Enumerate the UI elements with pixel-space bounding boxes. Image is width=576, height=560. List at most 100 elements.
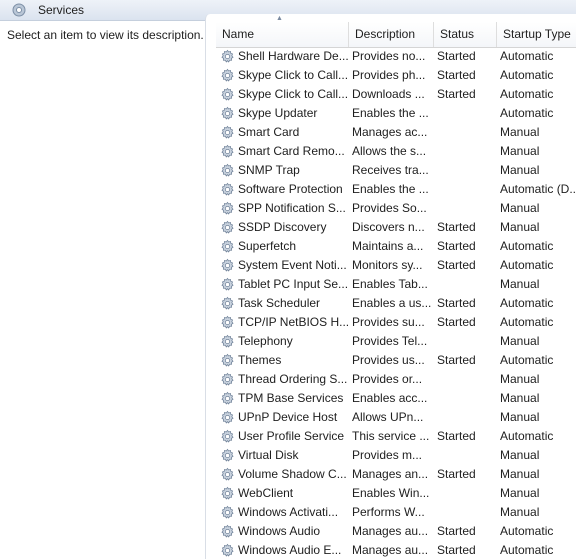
service-name-cell: Windows Audio E... <box>220 541 349 560</box>
service-gear-icon <box>220 87 235 102</box>
table-row[interactable]: Telephony Provides Tel... Manual <box>216 332 576 351</box>
service-gear-icon <box>220 106 235 121</box>
table-row[interactable]: SSDP Discovery Discovers n... Started Manua… <box>216 218 576 237</box>
service-description: Monitors sy... <box>352 258 423 272</box>
column-header-description[interactable]: Description <box>349 22 434 47</box>
column-header-row: ▲ Name Description Status Startup Type <box>216 15 576 48</box>
service-status <box>437 332 495 351</box>
service-description: Allows UPn... <box>352 410 424 424</box>
table-row[interactable]: TPM Base Services Enables acc... Manual <box>216 389 576 408</box>
service-status: Started <box>437 353 476 367</box>
table-row[interactable]: Superfetch Maintains a... Started Automatic <box>216 237 576 256</box>
table-row[interactable]: System Event Noti... Monitors sy... Starte… <box>216 256 576 275</box>
service-name: Software Protection <box>238 182 343 196</box>
service-name-cell: Software Protection <box>220 180 349 199</box>
service-startup-type: Automatic <box>500 315 554 329</box>
service-gear-icon <box>220 353 235 368</box>
table-row[interactable]: Smart Card Manages ac... Manual <box>216 123 576 142</box>
services-list[interactable]: ▲ Name Description Status Startup Type S… <box>205 14 576 559</box>
service-status: Started <box>437 429 476 443</box>
service-name-cell: TPM Base Services <box>220 389 349 408</box>
table-row[interactable]: SPP Notification S... Provides So... Manua… <box>216 199 576 218</box>
table-row[interactable]: Windows Audio Manages au... Started Automat… <box>216 522 576 541</box>
service-name: SSDP Discovery <box>238 220 327 234</box>
service-gear-icon <box>220 391 235 406</box>
service-startup-type: Automatic <box>500 106 554 120</box>
table-row[interactable]: SNMP Trap Receives tra... Manual <box>216 161 576 180</box>
table-row[interactable]: Shell Hardware De... Provides no... Starte… <box>216 47 576 66</box>
service-name-cell: SSDP Discovery <box>220 218 349 237</box>
service-description: Discovers n... <box>352 220 425 234</box>
service-name-cell: Skype Click to Call... <box>220 85 349 104</box>
service-description: Enables the ... <box>352 106 429 120</box>
service-name: TCP/IP NetBIOS H... <box>238 315 348 329</box>
table-row[interactable]: WebClient Enables Win... Manual <box>216 484 576 503</box>
service-description: Provides So... <box>352 201 427 215</box>
service-gear-icon <box>220 410 235 425</box>
service-status: Started <box>437 68 476 82</box>
service-startup-type: Automatic <box>500 543 554 557</box>
service-gear-icon <box>220 296 235 311</box>
table-row[interactable]: User Profile Service This service ... Star… <box>216 427 576 446</box>
table-row[interactable]: Themes Provides us... Started Automatic <box>216 351 576 370</box>
service-startup-type: Manual <box>500 144 540 158</box>
service-name-cell: UPnP Device Host <box>220 408 349 427</box>
table-row[interactable]: Volume Shadow C... Manages an... Started Ma… <box>216 465 576 484</box>
service-description: Enables the ... <box>352 182 429 196</box>
service-description: Performs W... <box>352 505 425 519</box>
service-status: Started <box>437 315 476 329</box>
service-status: Started <box>437 524 476 538</box>
service-status: Started <box>437 239 476 253</box>
service-status: Started <box>437 87 476 101</box>
service-startup-type: Manual <box>500 201 540 215</box>
service-gear-icon <box>220 220 235 235</box>
service-name: Tablet PC Input Se... <box>238 277 348 291</box>
service-name: Skype Click to Call... <box>238 68 348 82</box>
service-name: WebClient <box>238 486 294 500</box>
service-startup-type: Automatic <box>500 239 554 253</box>
service-gear-icon <box>220 524 235 539</box>
service-description: Provides no... <box>352 49 426 63</box>
table-row[interactable]: Smart Card Remo... Allows the s... Manual <box>216 142 576 161</box>
service-startup-type: Manual <box>500 467 540 481</box>
service-description: Provides Tel... <box>352 334 428 348</box>
service-description: Provides us... <box>352 353 425 367</box>
description-pane: Select an item to view its description. <box>0 21 205 559</box>
table-row[interactable]: Software Protection Enables the ... Automa… <box>216 180 576 199</box>
column-header-status[interactable]: Status <box>434 22 497 47</box>
service-name: Thread Ordering S... <box>238 372 348 386</box>
service-rows: Shell Hardware De... Provides no... Starte… <box>216 47 576 560</box>
table-row[interactable]: Task Scheduler Enables a us... Started Auto… <box>216 294 576 313</box>
service-name: Task Scheduler <box>238 296 321 310</box>
service-startup-type: Manual <box>500 334 540 348</box>
service-gear-icon <box>220 448 235 463</box>
table-row[interactable]: Virtual Disk Provides m... Manual <box>216 446 576 465</box>
column-header-startup-type[interactable]: Startup Type <box>497 22 576 47</box>
service-name: Skype Click to Call... <box>238 87 348 101</box>
table-row[interactable]: Thread Ordering S... Provides or... Manual <box>216 370 576 389</box>
service-status: Started <box>437 296 476 310</box>
service-gear-icon <box>220 182 235 197</box>
table-row[interactable]: TCP/IP NetBIOS H... Provides su... Started… <box>216 313 576 332</box>
service-name-cell: SPP Notification S... <box>220 199 349 218</box>
table-row[interactable]: Windows Audio E... Manages au... Started Au… <box>216 541 576 560</box>
service-name-cell: Shell Hardware De... <box>220 47 349 66</box>
service-startup-type: Manual <box>500 410 540 424</box>
service-startup-type: Manual <box>500 391 540 405</box>
table-row[interactable]: Skype Click to Call... Downloads ... Start… <box>216 85 576 104</box>
service-name: Smart Card Remo... <box>238 144 345 158</box>
table-row[interactable]: Skype Updater Enables the ... Automatic <box>216 104 576 123</box>
service-startup-type: Manual <box>500 220 540 234</box>
service-name: System Event Noti... <box>238 258 347 272</box>
service-startup-type: Manual <box>500 163 540 177</box>
service-gear-icon <box>220 543 235 558</box>
table-row[interactable]: UPnP Device Host Allows UPn... Manual <box>216 408 576 427</box>
service-gear-icon <box>220 163 235 178</box>
service-name: Windows Audio E... <box>238 543 342 557</box>
service-startup-type: Automatic <box>500 429 554 443</box>
table-row[interactable]: Tablet PC Input Se... Enables Tab... Manua… <box>216 275 576 294</box>
table-row[interactable]: Windows Activati... Performs W... Manual <box>216 503 576 522</box>
column-header-name[interactable]: ▲ Name <box>216 15 349 47</box>
table-row[interactable]: Skype Click to Call... Provides ph... Star… <box>216 66 576 85</box>
service-description: Maintains a... <box>352 239 424 253</box>
